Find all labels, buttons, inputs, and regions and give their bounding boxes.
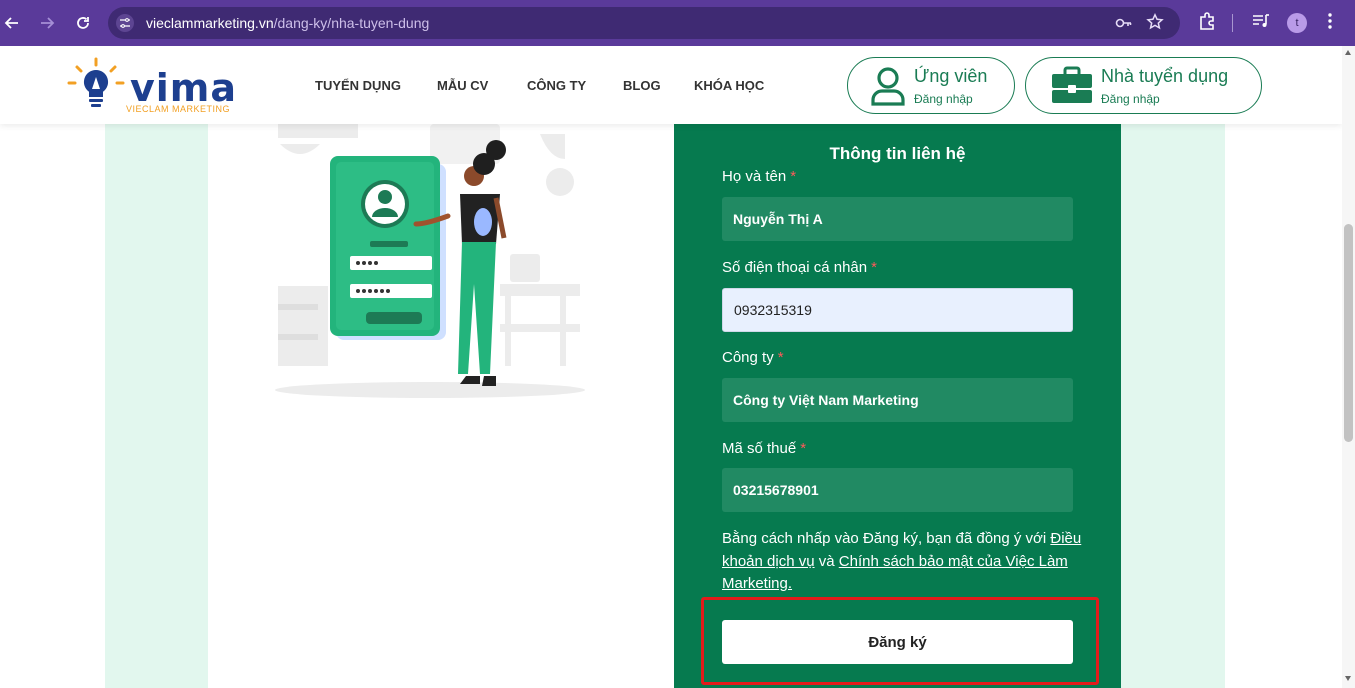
label-phone: Số điện thoại cá nhân * (722, 259, 877, 276)
employer-button-title: Nhà tuyển dụng (1101, 66, 1229, 86)
vima-logo[interactable]: vima VIECLAM MARKETING (66, 56, 236, 116)
site-header: vima VIECLAM MARKETING TUYỂN DỤNG MẪU CV… (0, 46, 1342, 124)
nav-blog[interactable]: BLOG (623, 78, 661, 93)
extensions-icon[interactable] (1197, 11, 1217, 36)
briefcase-icon (1052, 66, 1092, 103)
url-path: /dang-ky/nha-tuyen-dung (273, 15, 430, 31)
page-content: vima VIECLAM MARKETING TUYỂN DỤNG MẪU CV… (0, 46, 1342, 688)
registration-illustration (275, 124, 585, 398)
profile-avatar[interactable]: t (1287, 13, 1307, 33)
scroll-up-arrow-icon[interactable] (1345, 50, 1351, 55)
logo-subtitle: VIECLAM MARKETING (126, 104, 231, 114)
full-name-input[interactable] (722, 197, 1073, 241)
highlight-box (701, 597, 1099, 685)
user-icon (871, 67, 905, 106)
reload-icon[interactable] (71, 11, 95, 35)
required-marker: * (871, 259, 877, 276)
password-key-icon[interactable] (1115, 14, 1133, 37)
background-panel-left (105, 124, 208, 688)
forward-icon[interactable] (35, 11, 59, 35)
employer-login-button[interactable]: Nhà tuyển dụng Đăng nhập (1025, 57, 1262, 114)
phone-input[interactable] (722, 288, 1073, 332)
url-host: vieclammarketing.vn (146, 15, 274, 31)
background-panel-right (1121, 124, 1225, 688)
label-full-name-text: Họ và tên (722, 168, 787, 185)
label-company-text: Công ty (722, 349, 774, 366)
required-marker: * (790, 168, 797, 185)
label-company: Công ty * (722, 349, 784, 366)
scroll-thumb[interactable] (1344, 224, 1353, 442)
nav-mau-cv[interactable]: MẪU CV (437, 78, 488, 93)
media-playlist-icon[interactable] (1251, 11, 1271, 36)
menu-dots-icon[interactable] (1325, 11, 1335, 36)
label-full-name: Họ và tên * (722, 168, 796, 185)
company-input[interactable] (722, 378, 1073, 422)
tax-code-input[interactable] (722, 468, 1073, 512)
bookmark-star-icon[interactable] (1146, 13, 1164, 36)
employer-button-subtitle: Đăng nhập (1101, 92, 1160, 106)
candidate-button-subtitle: Đăng nhập (914, 92, 973, 106)
candidate-login-button[interactable]: Ứng viên Đăng nhập (847, 57, 1015, 114)
terms-middle: và (814, 552, 839, 570)
scroll-down-arrow-icon[interactable] (1345, 676, 1351, 681)
required-marker: * (800, 440, 807, 457)
form-title: Thông tin liên hệ (829, 144, 966, 163)
url-text: vieclammarketing.vn/dang-ky/nha-tuyen-du… (146, 15, 429, 31)
candidate-button-title: Ứng viên (914, 66, 988, 86)
label-tax-code: Mã số thuế * (722, 440, 806, 457)
page-scrollbar[interactable] (1342, 46, 1355, 688)
toolbar-separator (1232, 14, 1233, 32)
nav-khoa-hoc[interactable]: KHÓA HỌC (694, 78, 764, 93)
required-marker: * (777, 349, 784, 366)
label-phone-text: Số điện thoại cá nhân (722, 259, 868, 276)
lightbulb-icon (67, 57, 125, 107)
site-info-icon[interactable] (116, 14, 134, 32)
label-tax-code-text: Mã số thuế (722, 440, 797, 457)
back-icon[interactable] (0, 11, 24, 35)
terms-notice: Bằng cách nhấp vào Đăng ký, bạn đã đồng … (722, 528, 1082, 596)
nav-tuyen-dung[interactable]: TUYỂN DỤNG (315, 78, 401, 93)
browser-toolbar: vieclammarketing.vn/dang-ky/nha-tuyen-du… (0, 0, 1355, 46)
address-bar[interactable]: vieclammarketing.vn/dang-ky/nha-tuyen-du… (108, 7, 1180, 39)
terms-prefix: Bằng cách nhấp vào Đăng ký, bạn đã đồng … (722, 530, 1051, 547)
nav-cong-ty[interactable]: CÔNG TY (527, 78, 586, 93)
